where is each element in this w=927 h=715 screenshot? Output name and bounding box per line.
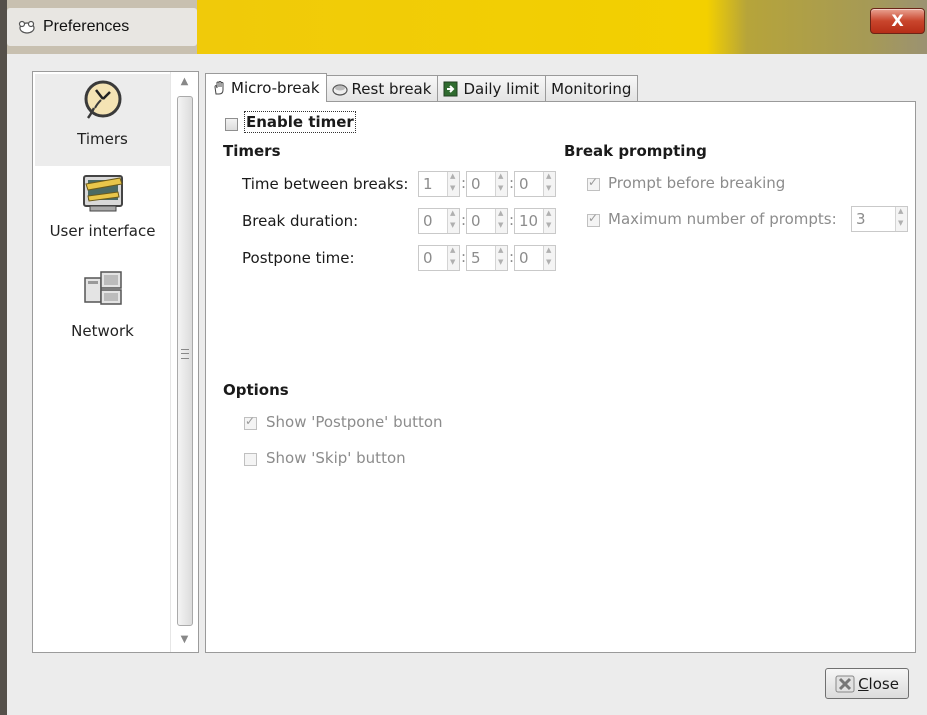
- scroll-up-arrow-icon[interactable]: ▲: [171, 72, 198, 92]
- stepper-value: 0: [519, 249, 529, 267]
- close-mnemonic: C: [858, 674, 869, 693]
- stepper-arrows-icon[interactable]: [895, 207, 907, 231]
- preferences-window: Preferences X Timers User interface Netw…: [0, 0, 927, 715]
- break-prompting-heading: Break prompting: [564, 142, 707, 160]
- break-duration-label: Break duration:: [242, 212, 359, 230]
- micro-break-panel: Enable timer Timers Time between breaks:…: [205, 101, 916, 653]
- tab-bar: Micro-break Rest break Daily limit Monit…: [205, 73, 639, 102]
- exit-icon: [443, 81, 458, 97]
- stepper-arrows-icon[interactable]: [495, 246, 507, 270]
- tab-micro-break[interactable]: Micro-break: [205, 73, 327, 102]
- tab-daily-limit[interactable]: Daily limit: [437, 75, 547, 102]
- stepper-value: 5: [471, 249, 481, 267]
- time-between-minutes-stepper[interactable]: 0: [466, 171, 508, 197]
- tab-rest-break[interactable]: Rest break: [325, 75, 439, 102]
- enable-timer-checkbox[interactable]: [225, 118, 238, 131]
- sidebar-item-label: User interface: [49, 222, 156, 240]
- sidebar-item-timers[interactable]: Timers: [35, 74, 170, 166]
- time-between-seconds-stepper[interactable]: 0: [514, 171, 556, 197]
- window-title: Preferences: [43, 18, 130, 35]
- stepper-arrows-icon[interactable]: [543, 246, 555, 270]
- postpone-minutes-stepper[interactable]: 5: [466, 245, 508, 271]
- enable-timer-label[interactable]: Enable timer: [244, 111, 356, 133]
- tab-label: Monitoring: [551, 80, 632, 98]
- window-close-button[interactable]: X: [870, 8, 925, 34]
- options-heading: Options: [223, 381, 289, 399]
- stepper-arrows-icon[interactable]: [543, 172, 555, 196]
- stepper-value: 0: [423, 249, 433, 267]
- category-list: Timers User interface Network ▲ ▼: [32, 71, 199, 653]
- sidebar-item-network[interactable]: Network: [35, 268, 170, 358]
- stepper-arrows-icon[interactable]: [543, 209, 555, 233]
- stepper-value: 10: [519, 212, 539, 230]
- grip-icon: [181, 349, 189, 359]
- tab-label: Rest break: [351, 80, 432, 98]
- stepper-arrows-icon[interactable]: [447, 172, 459, 196]
- hand-icon: [214, 81, 224, 95]
- prompt-before-breaking-label: Prompt before breaking: [608, 174, 786, 192]
- show-skip-label: Show 'Skip' button: [266, 449, 406, 467]
- show-postpone-checkbox[interactable]: [244, 414, 257, 430]
- stepper-value: 1: [423, 175, 433, 193]
- clock-icon: [84, 80, 121, 119]
- sidebar-item-label: Network: [71, 322, 134, 340]
- bed-icon: [331, 84, 348, 96]
- tab-label: Micro-break: [231, 79, 320, 97]
- stepper-value: 0: [519, 175, 529, 193]
- close-icon: [835, 675, 855, 692]
- stepper-arrows-icon[interactable]: [447, 209, 459, 233]
- close-button-label: Close: [858, 675, 899, 693]
- break-duration-seconds-stepper[interactable]: 10: [514, 208, 556, 234]
- scroll-down-arrow-icon[interactable]: ▼: [171, 630, 198, 650]
- break-duration-minutes-stepper[interactable]: 0: [466, 208, 508, 234]
- sheep-app-icon: [18, 20, 35, 34]
- sidebar-item-label: Timers: [77, 130, 128, 148]
- title-chip: Preferences: [7, 8, 197, 46]
- network-computers-icon: [83, 271, 122, 305]
- max-prompts-stepper[interactable]: 3: [851, 206, 908, 232]
- time-between-hours-stepper[interactable]: 1: [418, 171, 460, 197]
- prompt-before-breaking-checkbox[interactable]: [587, 175, 600, 191]
- postpone-hours-stepper[interactable]: 0: [418, 245, 460, 271]
- scrollbar-thumb[interactable]: [177, 96, 193, 626]
- break-duration-hours-stepper[interactable]: 0: [418, 208, 460, 234]
- tab-monitoring[interactable]: Monitoring: [545, 75, 639, 102]
- show-postpone-label: Show 'Postpone' button: [266, 413, 443, 431]
- client-area: Timers User interface Network ▲ ▼ Micro-…: [7, 54, 927, 715]
- time-between-label: Time between breaks:: [242, 175, 409, 193]
- stepper-value: 0: [471, 175, 481, 193]
- stepper-arrows-icon[interactable]: [447, 246, 459, 270]
- postpone-seconds-stepper[interactable]: 0: [514, 245, 556, 271]
- timers-heading: Timers: [223, 142, 281, 160]
- title-bar[interactable]: Preferences X: [7, 0, 927, 54]
- stepper-arrows-icon[interactable]: [495, 209, 507, 233]
- max-prompts-checkbox[interactable]: [587, 211, 600, 227]
- stepper-value: 3: [856, 210, 866, 228]
- sidebar-scrollbar[interactable]: ▲ ▼: [170, 72, 198, 652]
- tab-label: Daily limit: [463, 80, 540, 98]
- sidebar-item-user-interface[interactable]: User interface: [35, 172, 170, 262]
- stepper-value: 0: [423, 212, 433, 230]
- stepper-value: 0: [471, 212, 481, 230]
- monitor-ruler-icon: [82, 175, 123, 212]
- postpone-time-label: Postpone time:: [242, 249, 355, 267]
- stepper-arrows-icon[interactable]: [495, 172, 507, 196]
- show-skip-checkbox[interactable]: [244, 453, 257, 466]
- close-label-rest: lose: [868, 674, 899, 693]
- close-button[interactable]: Close: [825, 668, 909, 699]
- max-prompts-label: Maximum number of prompts:: [608, 210, 837, 228]
